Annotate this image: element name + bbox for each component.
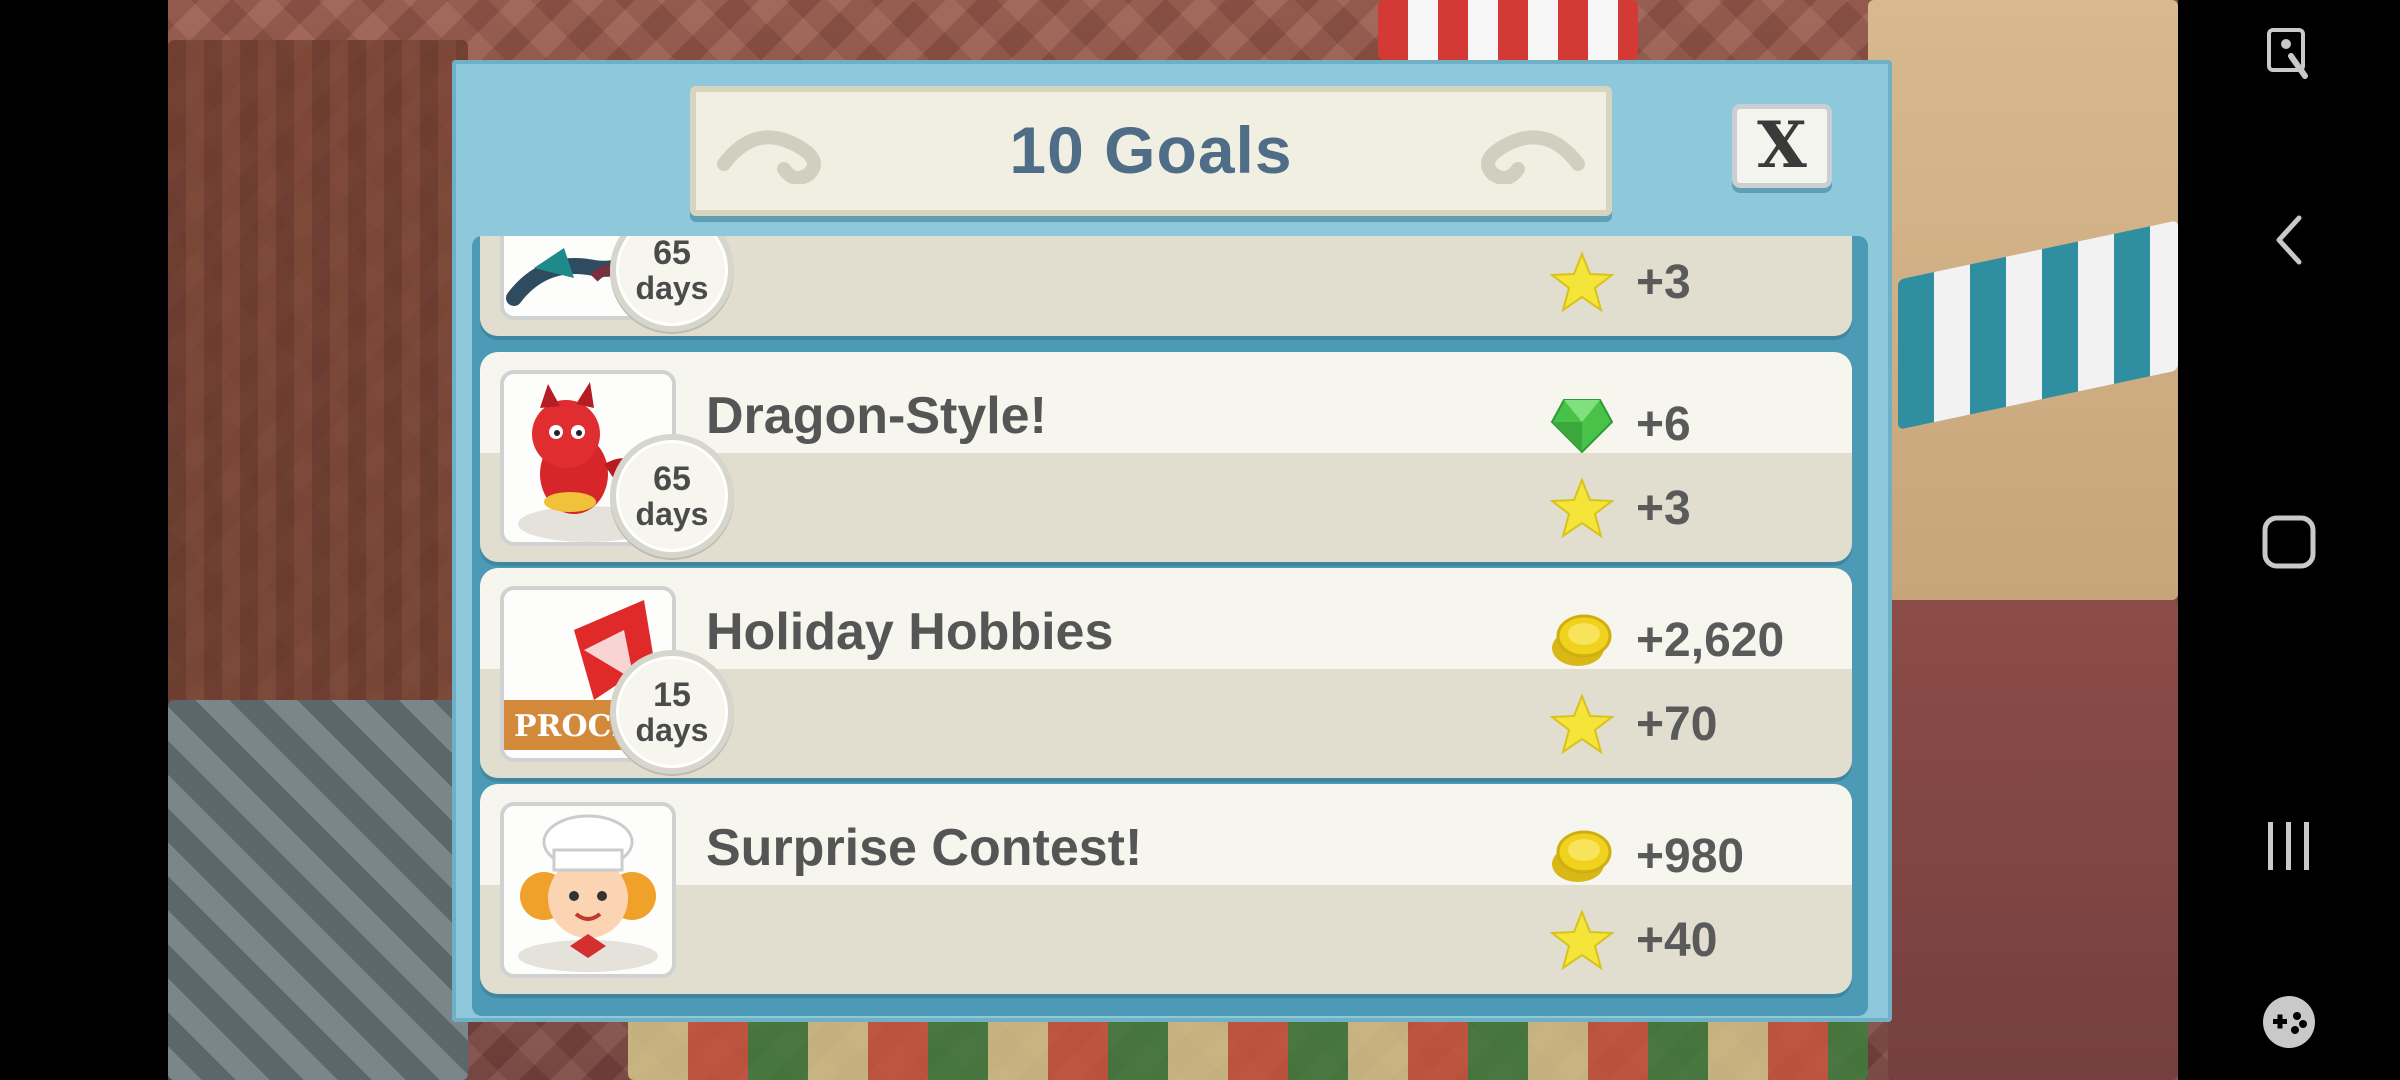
reward-value: +3: [1636, 255, 1691, 309]
coin-icon: [1552, 830, 1612, 882]
timer-number: 15: [653, 676, 691, 714]
coin-icon: [1552, 614, 1612, 666]
reward-value: +3: [1636, 481, 1691, 535]
reward-value: +40: [1636, 913, 1718, 967]
title-plate: 10 Goals: [690, 86, 1612, 216]
reward: +3: [1550, 476, 1691, 540]
accessibility-button[interactable]: [2178, 24, 2400, 84]
striped-awning: [1378, 0, 1638, 60]
restaurant-floor: [168, 700, 468, 1080]
accessibility-icon: [2267, 28, 2308, 79]
goal-row[interactable]: Surprise Contest! +980 +40: [480, 784, 1852, 994]
reward: +40: [1550, 908, 1717, 972]
recents-icon: [2268, 822, 2309, 870]
home-icon: [2262, 515, 2316, 569]
reward-value: +6: [1636, 397, 1691, 451]
reward: +2,620: [1550, 608, 1784, 672]
game-tools-button[interactable]: [2178, 990, 2400, 1054]
timer-number: 65: [653, 460, 691, 498]
flour-swirl-right-icon: [1481, 130, 1585, 184]
countdown-timer: 65 days: [610, 434, 734, 558]
reward: +980: [1550, 824, 1744, 888]
goal-name: Surprise Contest!: [706, 819, 1143, 877]
reward-value: +2,620: [1636, 613, 1785, 667]
timer-number: 65: [653, 236, 691, 272]
chef-girl-thumbnail: [500, 802, 676, 978]
goal-row[interactable]: 65 days Dragon-Style! +6 +3: [480, 352, 1852, 562]
close-button[interactable]: X: [1732, 104, 1832, 188]
star-icon: [1550, 693, 1614, 755]
home-button[interactable]: [2178, 510, 2400, 574]
reward: +6: [1550, 392, 1691, 456]
reward: +70: [1550, 692, 1717, 756]
back-icon: [2276, 215, 2302, 265]
star-icon: [1550, 909, 1614, 971]
timer-unit: days: [635, 712, 709, 748]
reward-value: +980: [1636, 829, 1745, 883]
goal-name: Dragon-Style!: [706, 387, 1047, 445]
goal-list[interactable]: 65 days +3 65 days Dragon-Style! +6 +3 P…: [472, 236, 1868, 1016]
timer-unit: days: [635, 270, 709, 306]
system-navigation-bar: [2178, 0, 2400, 1080]
timer-unit: days: [635, 496, 709, 532]
close-label: X: [1757, 108, 1807, 183]
goal-row[interactable]: 65 days +3: [480, 236, 1852, 336]
star-icon: [1550, 477, 1614, 539]
reward: +3: [1550, 250, 1691, 314]
recents-button[interactable]: [2178, 816, 2400, 876]
sidewalk: [1888, 600, 2178, 1080]
countdown-timer: 15 days: [610, 650, 734, 774]
goal-row[interactable]: PROCR 15 days Holiday Hobbies +2,620 +70: [480, 568, 1852, 778]
gem-icon: [1550, 399, 1614, 454]
reward-value: +70: [1636, 697, 1718, 751]
game-tools-icon: [2263, 996, 2315, 1048]
goal-name: Holiday Hobbies: [706, 603, 1114, 661]
back-button[interactable]: [2178, 210, 2400, 270]
goals-dialog: 10 Goals X 65 days +3 65 days Dragon-Sty…: [452, 60, 1892, 1022]
star-icon: [1550, 251, 1614, 313]
